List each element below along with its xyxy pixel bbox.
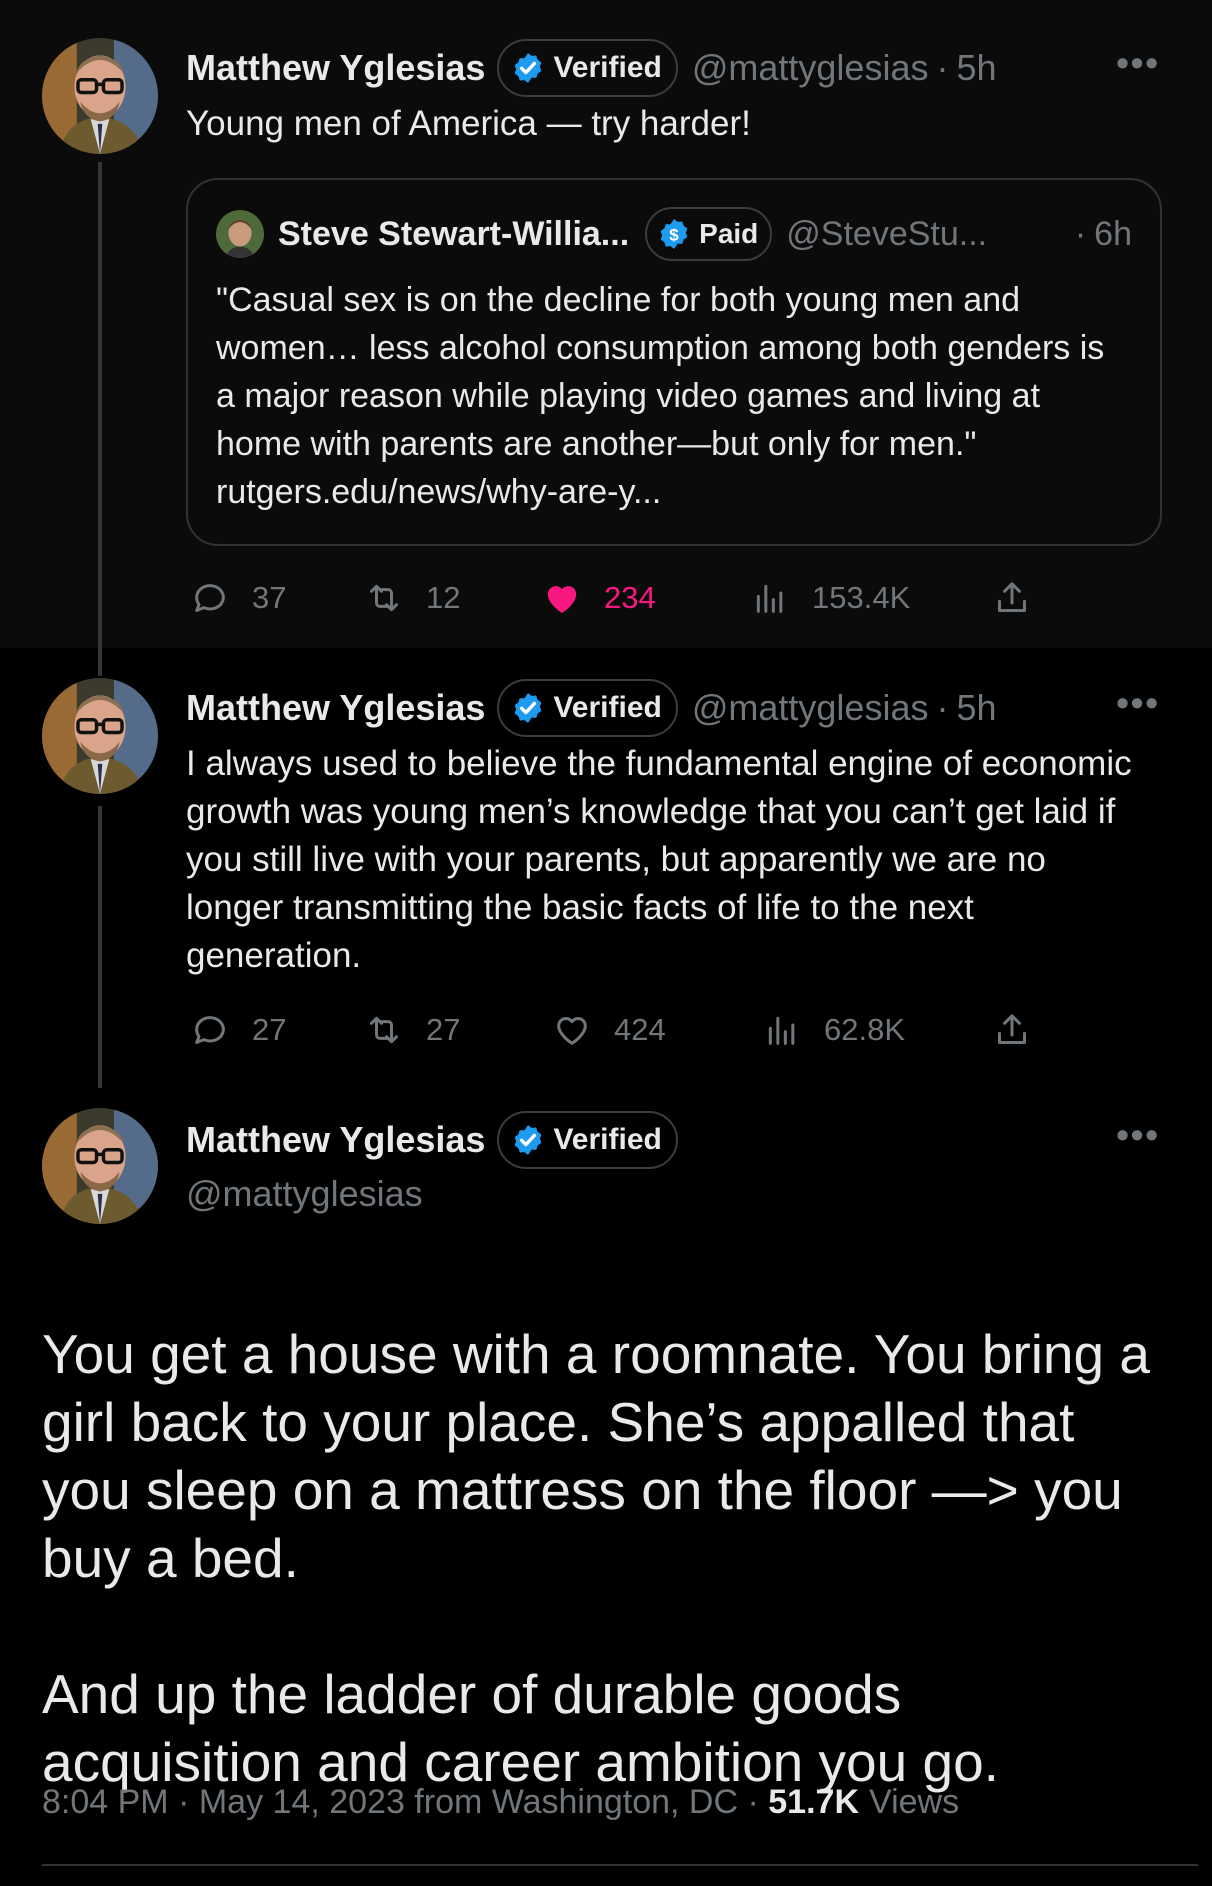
heart-icon (557, 1017, 587, 1045)
author-handle[interactable]: @mattyglesias (692, 47, 929, 89)
tweet-meta: 8:04 PM · May 14, 2023 from Washington, … (42, 1778, 959, 1826)
badge-label: Paid (699, 218, 759, 249)
views-icon (756, 584, 783, 613)
tweet-actions: 37 12 234 153.4K (186, 568, 1066, 628)
repost-button[interactable]: 27 (364, 1010, 460, 1050)
tweet-time[interactable]: 5h (956, 687, 996, 729)
reply-button[interactable]: 37 (190, 578, 286, 618)
more-options-icon[interactable]: ••• (1116, 682, 1160, 724)
quote-avatar (216, 210, 264, 258)
like-button[interactable]: 234 (542, 578, 656, 618)
verified-icon (513, 1123, 544, 1157)
svg-text:$: $ (669, 225, 679, 244)
like-count: 234 (604, 580, 656, 615)
repost-button[interactable]: 12 (364, 578, 460, 618)
tweet-text: I always used to believe the fundamental… (186, 744, 1132, 975)
repost-count: 27 (426, 1012, 461, 1047)
views-icon (768, 1016, 795, 1045)
thread-line (98, 648, 102, 676)
share-icon (998, 582, 1026, 612)
tweet-actions: 27 27 424 62.8K (186, 1000, 1066, 1060)
like-button[interactable]: 424 (552, 1010, 666, 1050)
separator-dot: · (936, 687, 949, 728)
share-icon (998, 1014, 1026, 1044)
tweet-1[interactable]: Matthew Yglesias Verified @mattyglesias … (0, 0, 1212, 648)
separator-dot: · (936, 47, 949, 88)
tweet-header: Matthew Yglesias Verified @mattyglesias … (186, 38, 997, 98)
author-name[interactable]: Matthew Yglesias (186, 687, 485, 729)
author-name[interactable]: Matthew Yglesias (186, 1119, 485, 1161)
main-tweet-text: You get a house with a roomnate. You bri… (42, 1320, 1162, 1796)
avatar[interactable] (42, 38, 158, 154)
separator-dot: · (1074, 214, 1087, 253)
more-options-icon[interactable]: ••• (1116, 42, 1160, 84)
quote-header: Steve Stewart-Willia... $ Paid @SteveStu… (216, 206, 1132, 262)
views-label: Views (869, 1782, 960, 1821)
tweet-text: Young men of America — try harder! (186, 104, 751, 143)
paid-badge[interactable]: $ Paid (645, 207, 773, 261)
tweet-header: Matthew Yglesias Verified (186, 1110, 678, 1170)
badge-label: Verified (553, 51, 662, 84)
like-count: 424 (614, 1012, 666, 1047)
views-button[interactable]: 62.8K (762, 1010, 905, 1050)
tweet-header: Matthew Yglesias Verified @mattyglesias … (186, 678, 997, 738)
quote-author-handle[interactable]: @SteveStu... (786, 215, 987, 254)
quote-tweet[interactable]: Steve Stewart-Willia... $ Paid @SteveStu… (186, 178, 1162, 546)
avatar[interactable] (42, 678, 158, 794)
views-count: 51.7K (768, 1782, 859, 1821)
tweet-time[interactable]: 5h (956, 47, 996, 89)
tweet-2[interactable]: Matthew Yglesias Verified @mattyglesias … (0, 648, 1212, 1088)
verified-badge[interactable]: Verified (497, 39, 678, 97)
main-tweet-paragraph: You get a house with a roomnate. You bri… (42, 1323, 1150, 1589)
view-count: 153.4K (812, 580, 911, 615)
views-button[interactable]: 153.4K (750, 578, 910, 618)
reply-button[interactable]: 27 (190, 1010, 286, 1050)
heart-filled-icon (547, 586, 577, 613)
more-options-icon[interactable]: ••• (1116, 1114, 1160, 1156)
reply-icon (195, 584, 225, 612)
author-handle-row: @mattyglesias (186, 1164, 423, 1224)
divider (42, 1864, 1198, 1866)
timestamp[interactable]: 8:04 PM · May 14, 2023 from Washington, … (42, 1783, 768, 1822)
repost-icon (370, 584, 398, 612)
author-name[interactable]: Matthew Yglesias (186, 47, 485, 89)
verified-badge[interactable]: Verified (497, 1111, 678, 1169)
share-button[interactable] (992, 578, 1032, 618)
thread-line (98, 806, 102, 1088)
thread-line (98, 162, 102, 648)
verified-icon (513, 691, 544, 725)
author-handle[interactable]: @mattyglesias (692, 687, 929, 729)
main-tweet-paragraph: And up the ladder of durable goods acqui… (42, 1663, 999, 1793)
repost-icon (370, 1016, 398, 1044)
reply-icon (195, 1016, 225, 1044)
share-button[interactable] (992, 1010, 1032, 1050)
view-count: 62.8K (824, 1012, 906, 1047)
quote-time[interactable]: 6h (1094, 215, 1132, 254)
quote-author-name[interactable]: Steve Stewart-Willia... (278, 215, 629, 254)
avatar[interactable] (42, 1108, 158, 1224)
verified-icon (513, 51, 544, 85)
reply-count: 37 (252, 580, 287, 615)
author-handle[interactable]: @mattyglesias (186, 1173, 423, 1215)
dollar-icon: $ (660, 219, 688, 249)
quote-text: "Casual sex is on the decline for both y… (216, 281, 1105, 511)
verified-badge[interactable]: Verified (497, 679, 678, 737)
main-tweet: Matthew Yglesias Verified @mattyglesias … (0, 1088, 1212, 1886)
badge-label: Verified (553, 691, 662, 724)
reply-count: 27 (252, 1012, 287, 1047)
repost-count: 12 (426, 580, 461, 615)
badge-label: Verified (553, 1123, 662, 1156)
